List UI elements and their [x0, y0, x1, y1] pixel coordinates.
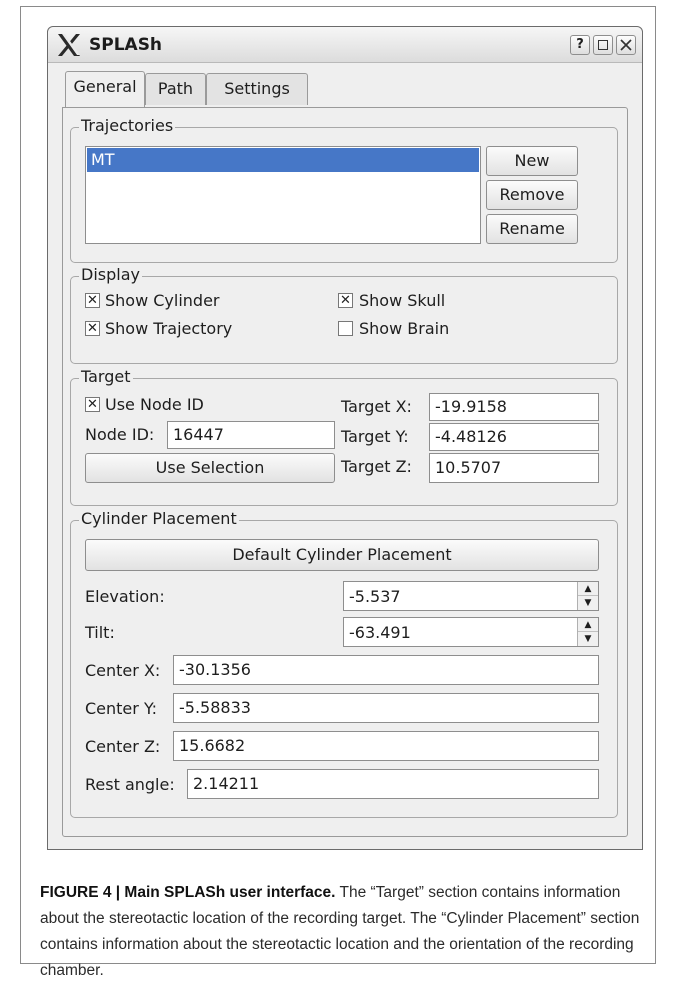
close-button[interactable] — [616, 35, 636, 55]
tilt-spin-buttons: ▲ ▼ — [577, 618, 598, 646]
use-node-id-label: Use Node ID — [105, 395, 204, 414]
title-bar[interactable]: SPLASh ? — [48, 27, 642, 63]
target-y-field[interactable]: -4.48126 — [429, 423, 599, 451]
remove-trajectory-button[interactable]: Remove — [486, 180, 578, 210]
rest-angle-label: Rest angle: — [85, 775, 175, 794]
default-cylinder-placement-button[interactable]: Default Cylinder Placement — [85, 539, 599, 571]
target-group: Target ✕ Use Node ID Node ID: 16447 Use … — [70, 367, 618, 506]
help-button[interactable]: ? — [570, 35, 590, 55]
show-trajectory-label: Show Trajectory — [105, 319, 233, 338]
display-title: Display — [79, 265, 142, 285]
center-z-field[interactable]: 15.6682 — [173, 731, 599, 761]
window-title: SPLASh — [89, 35, 163, 55]
show-brain-label: Show Brain — [359, 319, 450, 338]
target-y-label: Target Y: — [341, 427, 409, 446]
elevation-spinbox[interactable]: -5.537 ▲ ▼ — [343, 581, 599, 611]
close-icon — [620, 39, 632, 51]
cylinder-placement-group: Cylinder Placement Default Cylinder Plac… — [70, 509, 618, 818]
trajectory-list-item[interactable]: MT — [87, 148, 479, 172]
figure-caption: FIGURE 4 | Main SPLASh user interface. T… — [40, 880, 640, 984]
center-x-field[interactable]: -30.1356 — [173, 655, 599, 685]
target-title: Target — [79, 367, 133, 387]
rest-angle-field[interactable]: 2.14211 — [187, 769, 599, 799]
node-id-field[interactable]: 16447 — [167, 421, 335, 449]
rename-trajectory-button[interactable]: Rename — [486, 214, 578, 244]
center-x-label: Center X: — [85, 661, 161, 680]
show-skull-label: Show Skull — [359, 291, 446, 310]
tilt-spinbox[interactable]: -63.491 ▲ ▼ — [343, 617, 599, 647]
elevation-label: Elevation: — [85, 587, 165, 606]
tab-general[interactable]: General — [65, 71, 145, 107]
cylinder-placement-title: Cylinder Placement — [79, 509, 239, 529]
trajectories-group: Trajectories MT New Remove Rename — [70, 116, 618, 263]
target-z-field[interactable]: 10.5707 — [429, 453, 599, 483]
x11-logo-icon — [58, 34, 80, 56]
target-z-label: Target Z: — [341, 457, 412, 476]
caption-label: FIGURE 4 | Main SPLASh user interface. — [40, 884, 336, 901]
maximize-icon — [598, 40, 608, 50]
tilt-label: Tilt: — [85, 623, 115, 642]
tab-settings[interactable]: Settings — [206, 73, 308, 105]
maximize-button[interactable] — [593, 35, 613, 55]
show-trajectory-checkbox[interactable]: ✕ — [85, 321, 100, 336]
tilt-down-arrow-icon[interactable]: ▼ — [578, 632, 598, 646]
splash-window: SPLASh ? General Path Settings Trajector… — [47, 26, 643, 850]
display-group: Display ✕ Show Cylinder ✕ Show Skull ✕ S… — [70, 265, 618, 364]
new-trajectory-button[interactable]: New — [486, 146, 578, 176]
show-skull-checkbox[interactable]: ✕ — [338, 293, 353, 308]
elevation-value: -5.537 — [349, 587, 401, 606]
elevation-spin-buttons: ▲ ▼ — [577, 582, 598, 610]
target-x-label: Target X: — [341, 397, 412, 416]
trajectory-list[interactable]: MT — [85, 146, 481, 244]
show-cylinder-checkbox[interactable]: ✕ — [85, 293, 100, 308]
center-z-label: Center Z: — [85, 737, 161, 756]
tab-path[interactable]: Path — [145, 73, 206, 105]
elevation-up-arrow-icon[interactable]: ▲ — [578, 582, 598, 596]
tilt-value: -63.491 — [349, 623, 411, 642]
tab-panel-general: Trajectories MT New Remove Rename Displa… — [62, 107, 628, 837]
center-y-field[interactable]: -5.58833 — [173, 693, 599, 723]
help-icon: ? — [576, 37, 584, 52]
trajectories-title: Trajectories — [79, 116, 176, 136]
use-node-id-checkbox[interactable]: ✕ — [85, 397, 100, 412]
target-x-field[interactable]: -19.9158 — [429, 393, 599, 421]
show-cylinder-label: Show Cylinder — [105, 291, 220, 310]
use-selection-button[interactable]: Use Selection — [85, 453, 335, 483]
elevation-down-arrow-icon[interactable]: ▼ — [578, 596, 598, 610]
show-brain-checkbox[interactable] — [338, 321, 353, 336]
node-id-label: Node ID: — [85, 425, 155, 444]
tilt-up-arrow-icon[interactable]: ▲ — [578, 618, 598, 632]
center-y-label: Center Y: — [85, 699, 157, 718]
